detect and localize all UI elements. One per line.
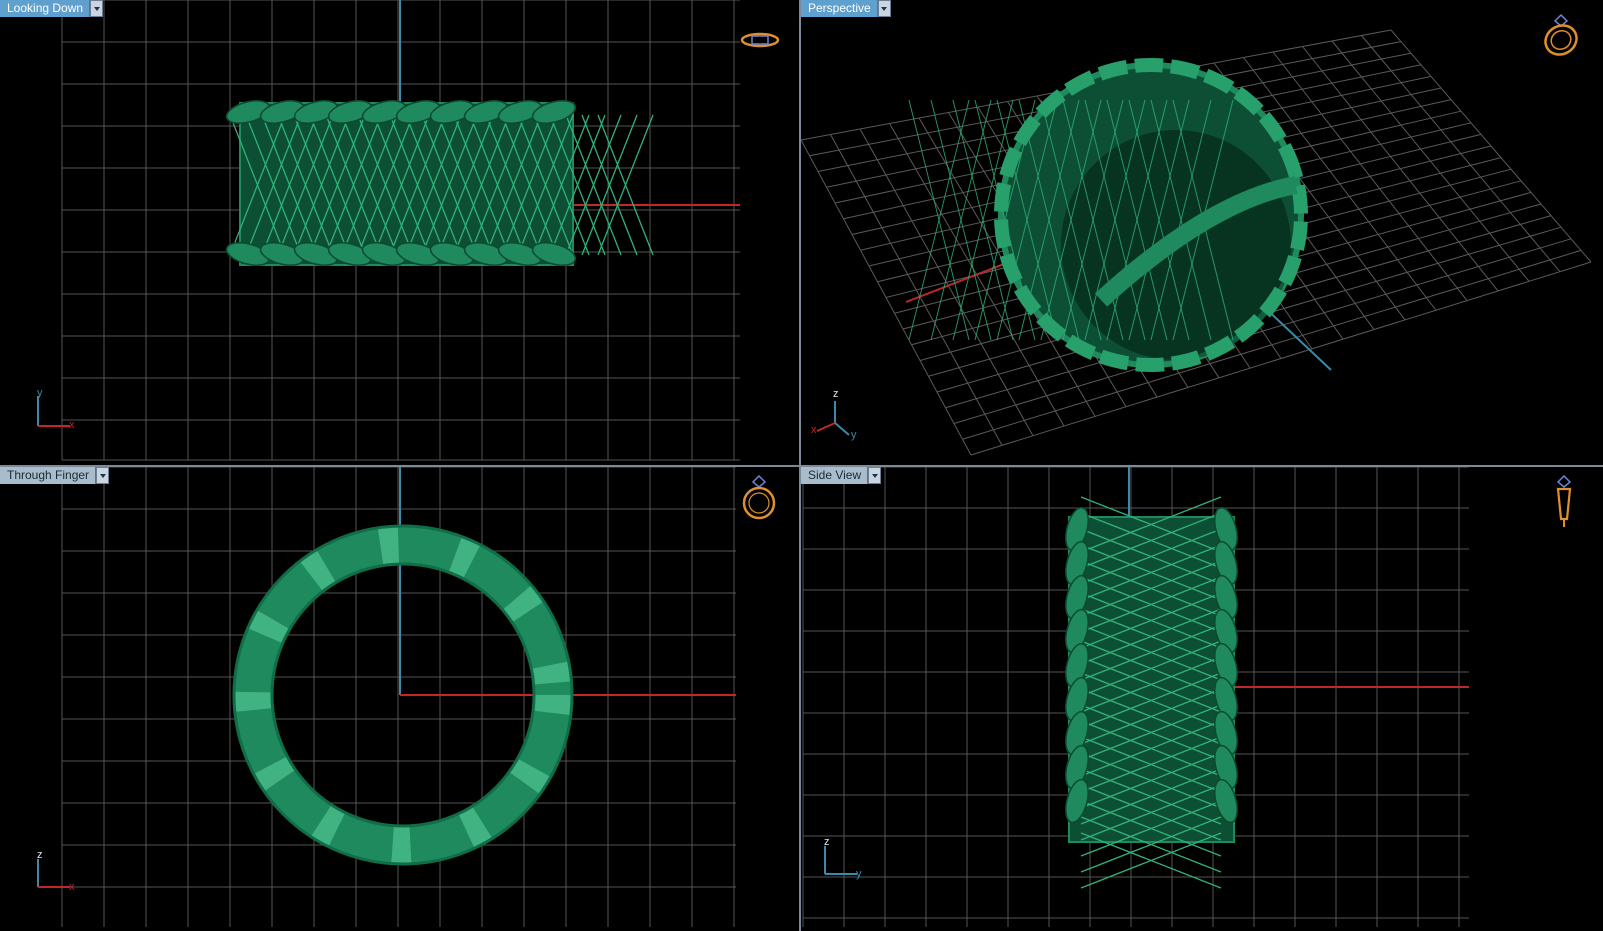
ring-side-view[interactable] [1062, 496, 1242, 889]
axis-triad: z x [34, 850, 84, 895]
side-view-scene [802, 467, 1469, 927]
ring-top-view[interactable] [224, 97, 654, 270]
viewport-menu-dropdown-icon[interactable] [877, 0, 891, 17]
viewport-label-perspective[interactable]: Perspective [801, 0, 891, 17]
viewport-menu-dropdown-icon[interactable] [868, 467, 882, 484]
viewport-name: Side View [801, 467, 869, 484]
viewport-looking-down[interactable]: Looking Down y x [0, 0, 799, 465]
axis-label-x: x [69, 419, 75, 431]
through-finger-scene [61, 467, 736, 927]
viewport-label-side-view[interactable]: Side View [801, 467, 882, 484]
axis-triad: z y [821, 837, 871, 882]
ring-front-view-icon[interactable] [738, 475, 780, 521]
viewport-through-finger[interactable]: Through Finger z x [0, 467, 799, 931]
ring-perspective-view[interactable] [908, 16, 1350, 415]
axis-label-z: z [833, 388, 839, 400]
axis-triad: y x [34, 388, 84, 432]
axis-label-y: y [37, 387, 43, 399]
viewport-name: Looking Down [0, 0, 91, 17]
viewport-name: Through Finger [0, 467, 97, 484]
viewport-menu-dropdown-icon[interactable] [90, 0, 104, 17]
axis-label-x: x [69, 881, 75, 893]
perspective-scene [801, 16, 1592, 456]
looking-down-scene [61, 0, 740, 461]
axis-label-y: y [856, 868, 862, 880]
ring-top-view-icon[interactable] [738, 28, 782, 52]
axis-label-z: z [824, 836, 830, 848]
axis-label-y: y [851, 429, 857, 441]
axis-triad: z x y [811, 389, 861, 445]
axis-label-z: z [37, 849, 43, 861]
viewport-name: Perspective [801, 0, 878, 17]
viewport-label-looking-down[interactable]: Looking Down [0, 0, 104, 17]
viewport-perspective[interactable]: Perspective z x y [801, 0, 1603, 465]
viewport-label-through-finger[interactable]: Through Finger [0, 467, 110, 484]
viewport-side-view[interactable]: Side View z y [801, 467, 1603, 931]
ring-perspective-icon[interactable] [1539, 12, 1581, 58]
viewport-menu-dropdown-icon[interactable] [96, 467, 110, 484]
ring-side-view-icon[interactable] [1549, 475, 1579, 529]
axis-label-x: x [811, 424, 817, 436]
